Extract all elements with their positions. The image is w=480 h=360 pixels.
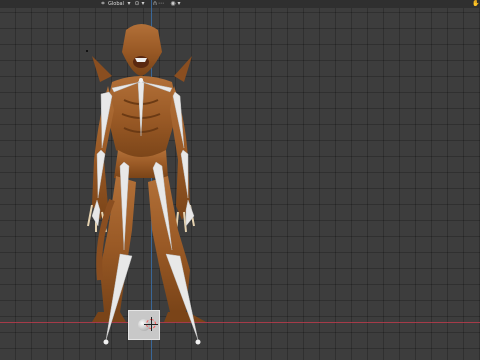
bone-joint (195, 339, 201, 345)
bone-joint (139, 78, 143, 82)
creature-head (122, 24, 162, 76)
3d-cursor-icon[interactable] (144, 317, 158, 331)
right-wing (174, 56, 192, 82)
bone-joint (103, 339, 109, 345)
left-wing (92, 56, 112, 82)
creature-teeth (135, 58, 147, 62)
3d-viewport[interactable]: ⌗ Global ▾ ⊙ ▾ ∩ ⋯ ◉ ▾ ✋ (0, 0, 480, 360)
creature-model[interactable] (0, 0, 480, 360)
mouse-pointer (86, 50, 88, 52)
right-foot (164, 312, 206, 322)
